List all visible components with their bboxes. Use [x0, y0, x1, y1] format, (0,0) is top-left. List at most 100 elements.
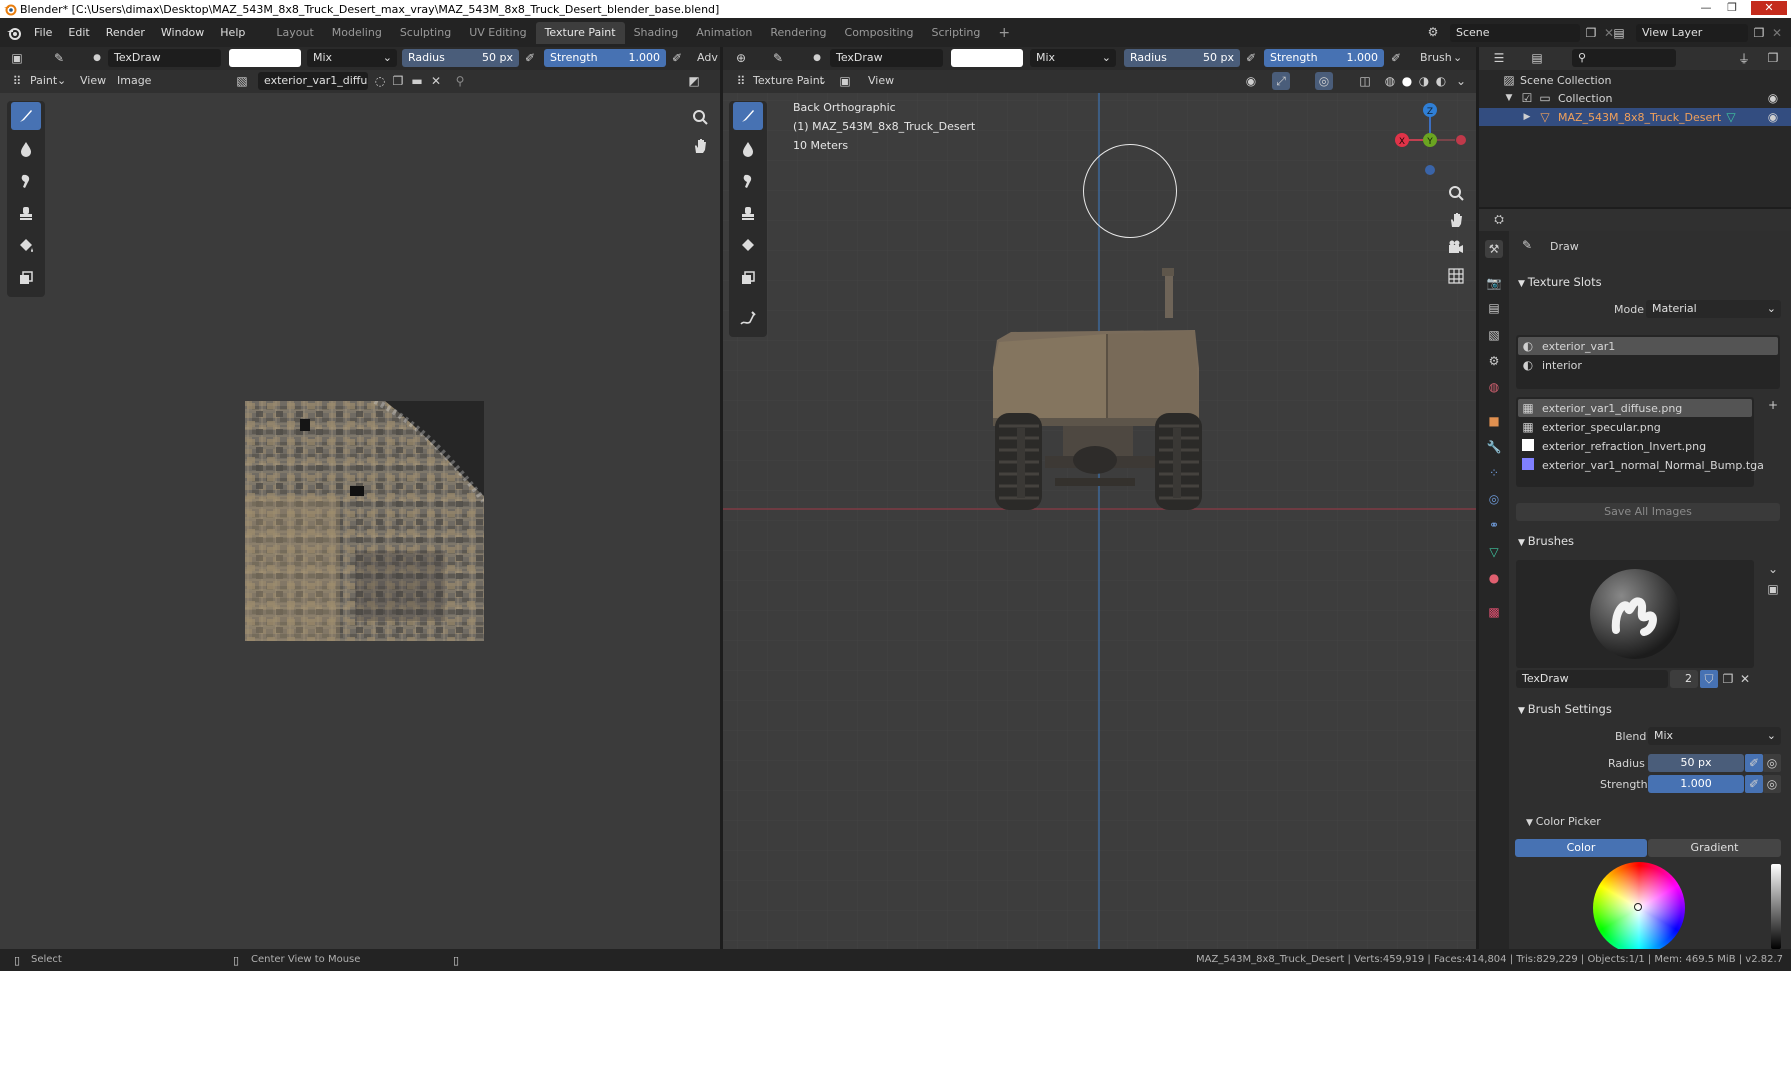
brush-name-field[interactable]: TexDraw — [830, 49, 943, 67]
output-tab-icon[interactable]: ▤ — [1485, 299, 1503, 317]
pressure-icon[interactable]: ✐ — [1745, 754, 1763, 772]
view-layer-icon[interactable]: ▤ — [1610, 24, 1628, 42]
new-scene-icon[interactable]: ❐ — [1582, 24, 1600, 42]
paint-mode-dropdown[interactable]: Paint — [30, 72, 57, 90]
brush-menu[interactable]: Brush — [1420, 49, 1452, 67]
gradient-tab[interactable]: Gradient — [1648, 839, 1781, 857]
color-tab[interactable]: Color — [1515, 839, 1647, 857]
new-view-layer-icon[interactable]: ❐ — [1750, 24, 1768, 42]
tool-smear[interactable] — [11, 167, 41, 195]
workspace-tab-shading[interactable]: Shading — [625, 22, 688, 44]
menu-window[interactable]: Window — [153, 23, 212, 43]
view-layer-tab-icon[interactable]: ▧ — [1485, 326, 1503, 344]
color-wheel-cursor[interactable] — [1634, 903, 1642, 911]
view-layer-selector[interactable]: View Layer — [1636, 24, 1748, 42]
zoom-icon[interactable] — [1444, 181, 1468, 205]
texture-slots-panel-header[interactable]: ▼ Texture Slots — [1512, 271, 1787, 293]
strength-slider[interactable]: Strength 1.000 — [544, 49, 666, 67]
brush-preview-panel[interactable] — [1516, 560, 1754, 668]
pressure-icon[interactable]: ✐ — [1745, 775, 1763, 793]
workspace-tab-compositing[interactable]: Compositing — [836, 22, 923, 44]
solid-shading-icon[interactable]: ● — [1398, 72, 1416, 90]
material-shading-icon[interactable]: ◑ — [1415, 72, 1433, 90]
workspace-tab-animation[interactable]: Animation — [687, 22, 761, 44]
image-slot-name[interactable]: exterior_var1_normal_Normal_Bump.tga — [1542, 459, 1764, 472]
tool-clone[interactable] — [733, 199, 763, 227]
brush-color-swatch[interactable] — [951, 49, 1023, 67]
workspace-tab-rendering[interactable]: Rendering — [761, 22, 835, 44]
tool-soften[interactable] — [733, 135, 763, 163]
gizmo-toggle-icon[interactable]: ⤢ — [1272, 72, 1290, 90]
fake-user-icon[interactable]: ◌ — [371, 72, 389, 90]
delete-view-layer-icon[interactable]: ✕ — [1768, 24, 1786, 42]
tool-draw[interactable] — [733, 102, 763, 130]
eye-icon[interactable]: ◉ — [1764, 108, 1782, 126]
world-tab-icon[interactable]: ◍ — [1485, 378, 1503, 396]
chevron-right-icon[interactable]: ▶ — [1518, 108, 1536, 126]
brush-color-swatch[interactable] — [229, 49, 301, 67]
mesh-data-tab-icon[interactable]: ▽ — [1485, 543, 1503, 561]
brush-settings-panel-header[interactable]: ▼ Brush Settings — [1512, 698, 1787, 720]
gizmo-neg-x-axis[interactable] — [1456, 135, 1466, 145]
pressure-icon[interactable]: ✐ — [521, 49, 539, 67]
maximize-button[interactable]: ❐ — [1719, 1, 1745, 15]
brush-name-field[interactable]: TexDraw — [1516, 670, 1668, 688]
xray-icon[interactable]: ◫ — [1356, 72, 1374, 90]
unified-size-icon[interactable]: ◎ — [1763, 754, 1781, 772]
new-collection-icon[interactable]: ❐ — [1764, 49, 1782, 67]
image-slot-name[interactable]: exterior_specular.png — [1542, 421, 1661, 434]
close-button[interactable]: ✕ — [1751, 1, 1787, 15]
open-image-icon[interactable]: ▬ — [408, 72, 426, 90]
overlay-toggle-icon[interactable]: ◎ — [1315, 72, 1333, 90]
display-mode-icon[interactable]: ▤ — [1528, 49, 1546, 67]
outliner-scene-collection[interactable]: Scene Collection — [1520, 74, 1611, 87]
unified-strength-icon[interactable]: ◎ — [1763, 775, 1781, 793]
workspace-tab-scripting[interactable]: Scripting — [922, 22, 989, 44]
menu-help[interactable]: Help — [212, 23, 253, 43]
save-all-images-button[interactable]: Save All Images — [1516, 503, 1780, 521]
menu-view[interactable]: View — [868, 72, 894, 90]
add-slot-icon[interactable]: + — [1764, 396, 1782, 414]
render-tab-icon[interactable]: 📷 — [1485, 274, 1503, 292]
texture-tab-icon[interactable]: ▩ — [1485, 603, 1503, 621]
new-image-icon[interactable]: ❐ — [389, 72, 407, 90]
workspace-tab-modeling[interactable]: Modeling — [323, 22, 391, 44]
editor-type-icon[interactable]: ⛭ — [1490, 210, 1508, 228]
outliner[interactable] — [1479, 47, 1791, 207]
outliner-collection[interactable]: Collection — [1558, 92, 1612, 105]
particles-tab-icon[interactable]: ⁘ — [1485, 464, 1503, 482]
fake-user-shield-icon[interactable]: ⛉ — [1700, 670, 1718, 688]
duplicate-brush-icon[interactable]: ❐ — [1719, 670, 1737, 688]
material-name[interactable]: interior — [1542, 359, 1582, 372]
advanced-menu[interactable]: Adv — [697, 49, 718, 67]
minimize-button[interactable]: — — [1693, 1, 1719, 15]
image-browse-icon[interactable]: ▧ — [233, 72, 251, 90]
tool-soften[interactable] — [11, 135, 41, 163]
blend-mode-dropdown[interactable]: Mix ⌄ — [307, 49, 397, 67]
brush-users-count[interactable]: 2 — [1670, 670, 1698, 688]
grid-icon[interactable] — [1444, 264, 1468, 288]
tool-clone[interactable] — [11, 199, 41, 227]
tool-mask[interactable] — [733, 264, 763, 292]
menu-view[interactable]: View — [80, 72, 106, 90]
object-tab-icon[interactable]: ■ — [1485, 412, 1503, 430]
pressure-icon[interactable]: ✐ — [668, 49, 686, 67]
tool-tab-icon[interactable]: ⚒ — [1485, 240, 1503, 258]
navigation-gizmo[interactable]: Z X Y — [1390, 98, 1470, 182]
blend-mode-dropdown[interactable]: Mix ⌄ — [1030, 49, 1116, 67]
image-name-field[interactable]: exterior_var1_diffus.. — [258, 72, 368, 90]
image-slot-name[interactable]: exterior_refraction_Invert.png — [1542, 440, 1706, 453]
eye-icon[interactable]: ◉ — [1242, 72, 1260, 90]
pin-icon[interactable]: ⚲ — [451, 72, 469, 90]
workspace-tab-layout[interactable]: Layout — [267, 22, 322, 44]
add-workspace-icon[interactable]: + — [989, 22, 1019, 44]
editor-type-icon[interactable]: ▣ — [8, 49, 26, 67]
eye-icon[interactable]: ◉ — [1764, 89, 1782, 107]
brush-icon[interactable]: ✎ — [50, 49, 68, 67]
radius-slider[interactable]: Radius 50 px — [402, 49, 519, 67]
scene-icon[interactable]: ⚙ — [1424, 23, 1442, 41]
blender-logo-icon[interactable] — [6, 25, 22, 41]
value-slider[interactable] — [1771, 864, 1781, 949]
outliner-object-name[interactable]: MAZ_543M_8x8_Truck_Desert — [1558, 111, 1721, 124]
tool-draw[interactable] — [11, 102, 41, 130]
